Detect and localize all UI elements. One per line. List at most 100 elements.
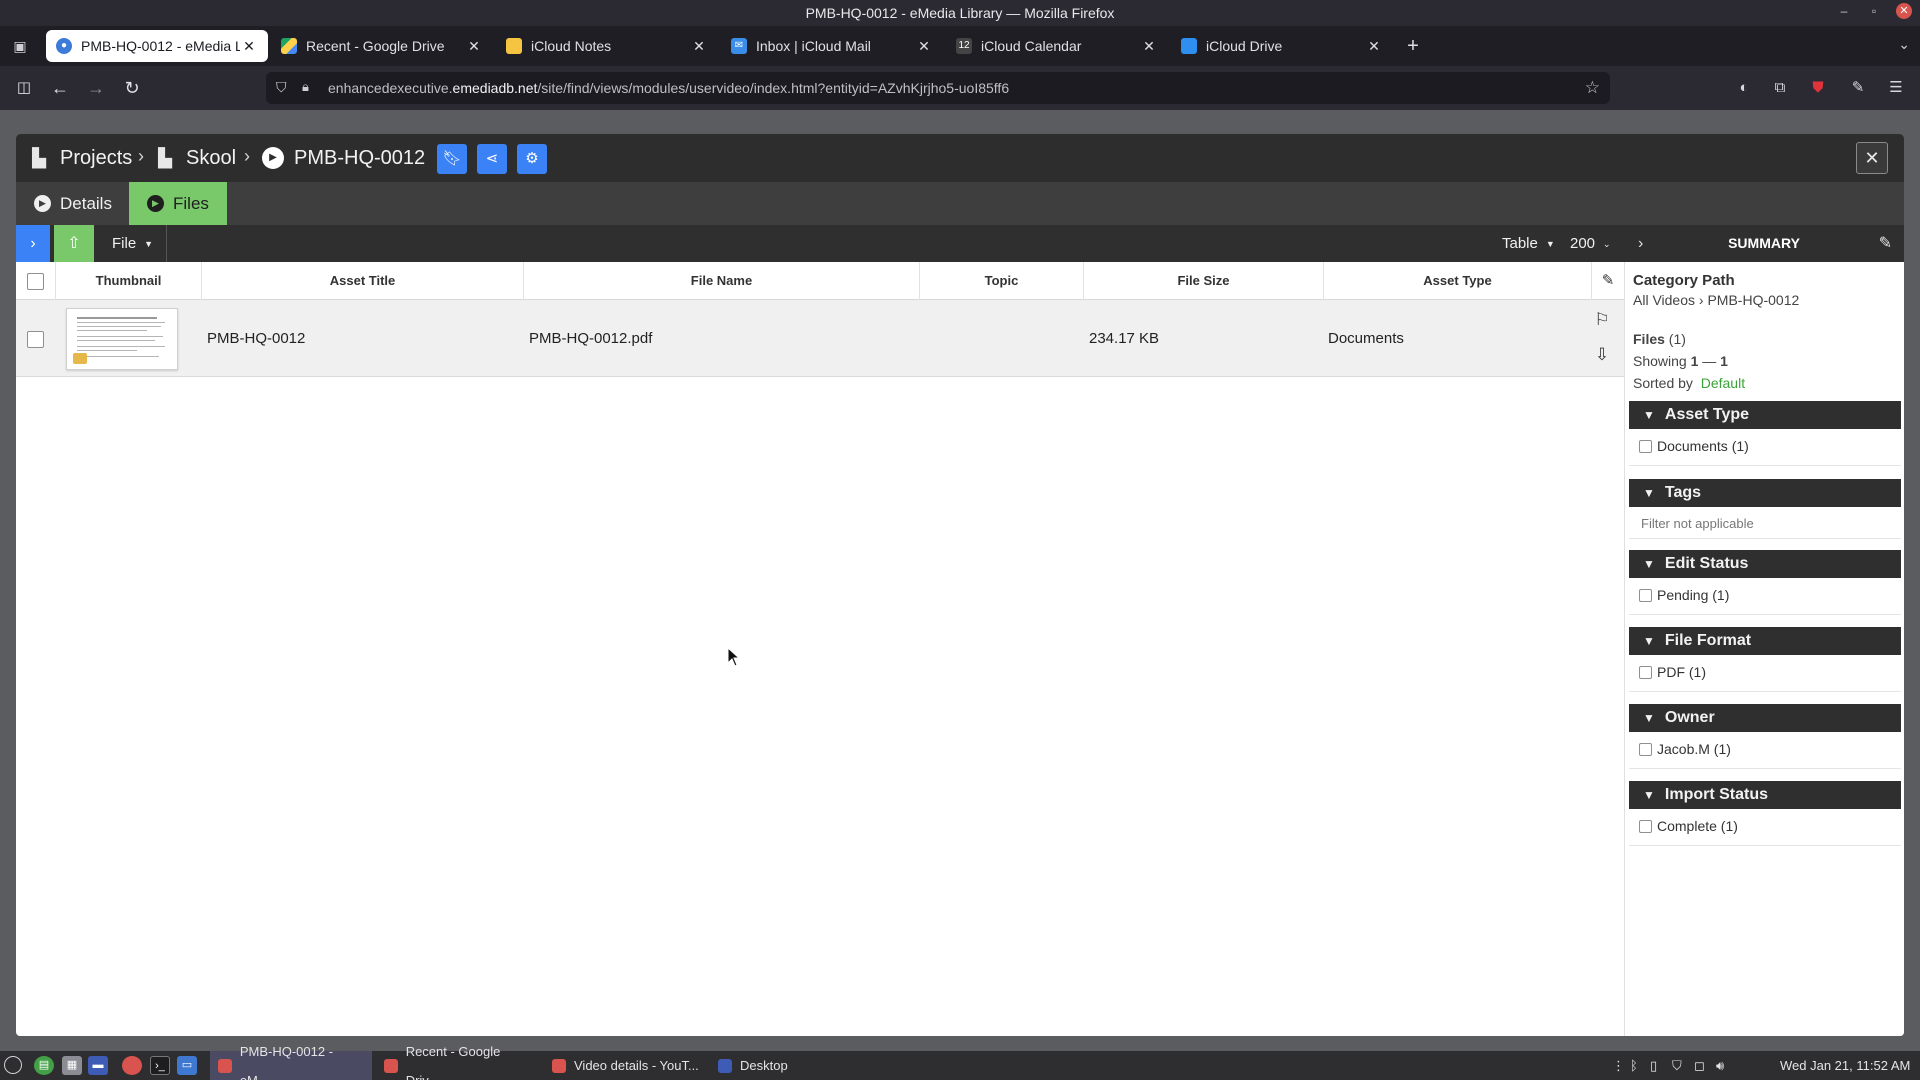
edit-icon[interactable]: ✎ bbox=[1879, 225, 1892, 262]
forward-button[interactable]: → bbox=[84, 76, 108, 100]
expand-panel-button[interactable]: › bbox=[16, 225, 50, 262]
url-text[interactable]: enhancedexecutive.emediadb.net/site/find… bbox=[328, 80, 1009, 96]
desktop-icon[interactable]: ▬ bbox=[88, 1056, 108, 1075]
sidebar-toggle-icon[interactable]: ◫ bbox=[12, 76, 36, 100]
browser-tab-icloud-notes[interactable]: iCloud Notes ✕ bbox=[496, 30, 718, 62]
taskbar-task-youtube[interactable]: Video details - YouT... bbox=[544, 1051, 708, 1080]
overflow-icon[interactable]: ⋮ bbox=[1612, 1051, 1625, 1080]
firefox-icon[interactable] bbox=[122, 1056, 142, 1075]
files-icon[interactable]: ▦ bbox=[62, 1056, 82, 1075]
firefox-view-icon[interactable]: ▣ bbox=[10, 36, 30, 56]
bluetooth-icon[interactable]: ᛒ bbox=[1630, 1051, 1638, 1080]
browser-tab-icloud-drive[interactable]: iCloud Drive ✕ bbox=[1171, 30, 1393, 62]
facet-edit-status-header[interactable]: ▼ Edit Status bbox=[1629, 550, 1901, 578]
page-size-select[interactable]: 200 ⌄ bbox=[1570, 225, 1611, 262]
account-icon[interactable]: ◐ bbox=[1734, 78, 1754, 98]
back-button[interactable]: ← bbox=[48, 76, 72, 100]
facet-checkbox[interactable] bbox=[1639, 742, 1652, 756]
breadcrumb-current[interactable]: ▶ PMB-HQ-0012 bbox=[262, 134, 425, 182]
browser-tab-google-drive[interactable]: Recent - Google Drive ✕ bbox=[271, 30, 493, 62]
edit-columns-icon[interactable]: ✎ bbox=[1592, 262, 1624, 300]
extensions-icon[interactable]: ⧉ bbox=[1770, 78, 1790, 98]
row-checkbox[interactable] bbox=[27, 330, 44, 348]
reload-button[interactable]: ↻ bbox=[120, 76, 144, 100]
view-mode-select[interactable]: Table ▼ bbox=[1502, 225, 1555, 262]
category-path-leaf[interactable]: PMB-HQ-0012 bbox=[1707, 292, 1799, 308]
col-asset-title[interactable]: Asset Title bbox=[202, 262, 524, 300]
facet-checkbox[interactable] bbox=[1639, 439, 1652, 453]
tab-close-icon[interactable]: ✕ bbox=[1365, 38, 1383, 55]
facet-checkbox[interactable] bbox=[1639, 588, 1652, 602]
browser-tab-emedia[interactable]: ● PMB-HQ-0012 - eMedia Libr ✕ bbox=[46, 30, 268, 62]
cell-file-name[interactable]: PMB-HQ-0012.pdf bbox=[529, 300, 652, 377]
col-thumbnail[interactable]: Thumbnail bbox=[56, 262, 202, 300]
select-all-checkbox[interactable] bbox=[27, 273, 44, 291]
col-topic[interactable]: Topic bbox=[920, 262, 1084, 300]
clipboard-icon[interactable]: ▯ bbox=[1650, 1051, 1657, 1080]
facet-option[interactable]: Complete (1) bbox=[1639, 818, 1738, 834]
folder-icon[interactable]: ▭ bbox=[177, 1056, 197, 1075]
settings-button[interactable]: ⚙ bbox=[517, 144, 547, 174]
new-tab-button[interactable]: + bbox=[1402, 36, 1424, 58]
tab-close-icon[interactable]: ✕ bbox=[465, 38, 483, 55]
cell-asset-title[interactable]: PMB-HQ-0012 bbox=[207, 300, 305, 377]
tab-close-icon[interactable]: ✕ bbox=[1140, 38, 1158, 55]
col-file-size[interactable]: File Size bbox=[1084, 262, 1324, 300]
facet-checkbox[interactable] bbox=[1639, 665, 1652, 679]
bookmark-button[interactable]: 🔖︎ bbox=[437, 144, 467, 174]
tab-close-icon[interactable]: ✕ bbox=[915, 38, 933, 55]
bookmark-star-icon[interactable]: ☆ bbox=[1585, 78, 1600, 98]
tab-close-icon[interactable]: ✕ bbox=[690, 38, 708, 55]
address-bar[interactable]: ⛉ 🔒︎ enhancedexecutive.emediadb.net/site… bbox=[266, 72, 1610, 104]
close-asset-button[interactable]: ✕ bbox=[1856, 142, 1888, 174]
app-launcher-icon[interactable]: ▤ bbox=[34, 1056, 54, 1075]
facet-checkbox[interactable] bbox=[1639, 819, 1652, 833]
facet-option[interactable]: Documents (1) bbox=[1639, 438, 1749, 454]
breadcrumb-skool[interactable]: ▙ Skool bbox=[154, 134, 236, 182]
browser-tab-icloud-mail[interactable]: ✉ Inbox | iCloud Mail ✕ bbox=[721, 30, 943, 62]
facet-option[interactable]: Jacob.M (1) bbox=[1639, 741, 1731, 757]
maximize-icon[interactable]: ▫ bbox=[1866, 3, 1882, 19]
upload-button[interactable]: ⇧ bbox=[54, 225, 94, 262]
tab-details[interactable]: ▶ Details bbox=[16, 182, 130, 225]
ublock-shield-icon[interactable]: ⛊ bbox=[1808, 78, 1828, 98]
taskbar-task-google-drive[interactable]: Recent - Google Driv... bbox=[376, 1044, 542, 1080]
taskbar-task-desktop[interactable]: Desktop bbox=[710, 1051, 810, 1080]
table-row[interactable]: PMB-HQ-0012 PMB-HQ-0012.pdf 234.17 KB Do… bbox=[16, 300, 1624, 377]
tab-files[interactable]: ▶ Files bbox=[129, 182, 227, 225]
facet-option[interactable]: PDF (1) bbox=[1639, 664, 1706, 680]
facet-asset-type-header[interactable]: ▼ Asset Type bbox=[1629, 401, 1901, 429]
terminal-icon[interactable]: ›_ bbox=[150, 1056, 170, 1075]
clock[interactable]: Wed Jan 21, 11:52 AM bbox=[1780, 1051, 1910, 1080]
shield-icon[interactable]: ⛉ bbox=[1672, 1051, 1682, 1080]
facet-tags-header[interactable]: ▼ Tags bbox=[1629, 479, 1901, 507]
close-window-icon[interactable]: ✕ bbox=[1896, 3, 1912, 19]
row-bookmark-icon[interactable]: ⚐ bbox=[1590, 310, 1614, 330]
facet-file-format-header[interactable]: ▼ File Format bbox=[1629, 627, 1901, 655]
tracking-protection-icon[interactable]: ⛉ bbox=[276, 79, 292, 97]
document-thumbnail[interactable] bbox=[66, 308, 178, 370]
taskbar-task-emedia[interactable]: PMB-HQ-0012 - eM... bbox=[210, 1044, 372, 1080]
lock-icon[interactable]: 🔒︎ bbox=[302, 79, 318, 97]
breadcrumb-projects[interactable]: ▙ Projects bbox=[28, 134, 132, 182]
menu-icon[interactable]: ☰ bbox=[1886, 78, 1906, 98]
start-menu-icon[interactable] bbox=[4, 1056, 22, 1074]
os-taskbar: ▤ ▦ ▬ ›_ ▭ PMB-HQ-0012 - eM... Recent - … bbox=[0, 1044, 1920, 1080]
network-icon[interactable]: ◻ bbox=[1694, 1051, 1705, 1080]
col-file-name[interactable]: File Name bbox=[524, 262, 920, 300]
share-button[interactable]: ⋖ bbox=[477, 144, 507, 174]
col-asset-type[interactable]: Asset Type bbox=[1324, 262, 1592, 300]
facet-option[interactable]: Pending (1) bbox=[1639, 587, 1729, 603]
category-path-root[interactable]: All Videos bbox=[1633, 292, 1695, 308]
sort-link[interactable]: Default bbox=[1701, 375, 1745, 391]
row-download-icon[interactable]: ⇩ bbox=[1590, 345, 1614, 365]
list-all-tabs-icon[interactable]: ⌄ bbox=[1898, 36, 1910, 53]
volume-icon[interactable]: 🔊︎ bbox=[1716, 1051, 1724, 1080]
facet-import-status-header[interactable]: ▼ Import Status bbox=[1629, 781, 1901, 809]
extension-icon[interactable]: ✎ bbox=[1848, 78, 1868, 98]
minimize-icon[interactable]: – bbox=[1836, 3, 1852, 19]
tab-close-icon[interactable]: ✕ bbox=[240, 38, 258, 55]
browser-tab-icloud-calendar[interactable]: 12 iCloud Calendar ✕ bbox=[946, 30, 1168, 62]
facet-owner-header[interactable]: ▼ Owner bbox=[1629, 704, 1901, 732]
file-menu[interactable]: File ▼ bbox=[112, 225, 153, 262]
